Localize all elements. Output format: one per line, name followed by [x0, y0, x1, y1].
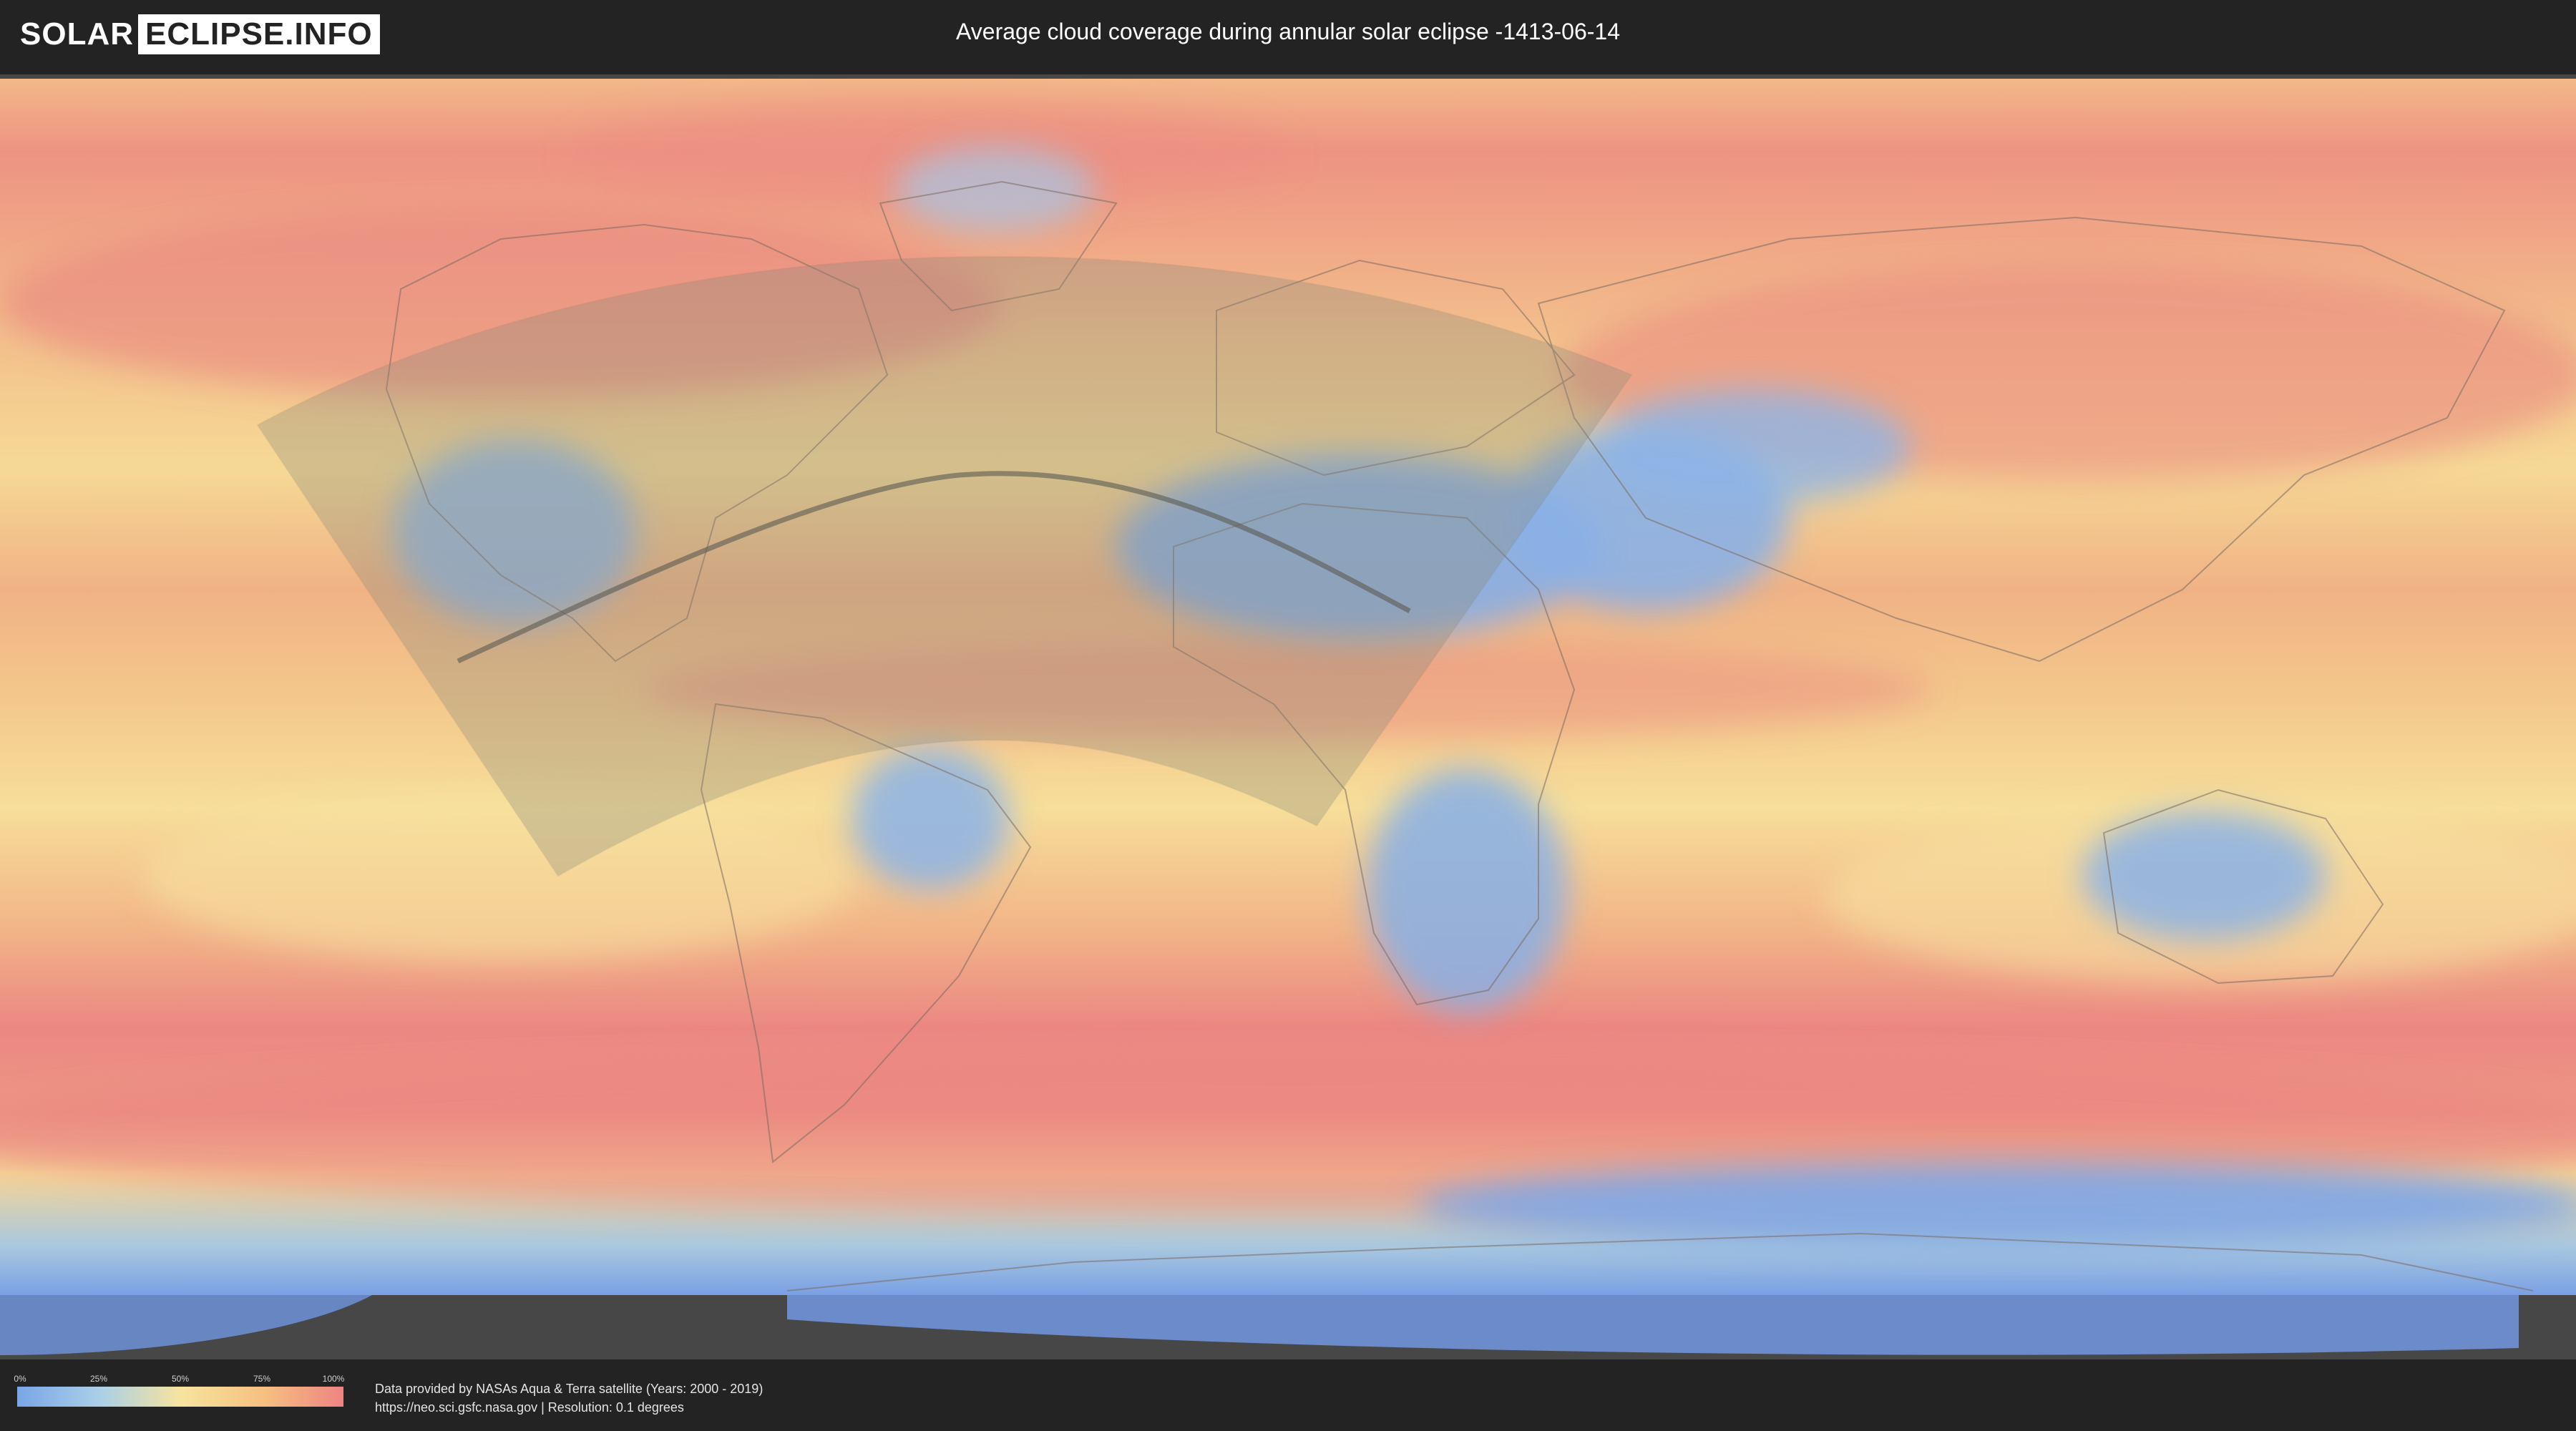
cloud-coverage-map: [0, 74, 2576, 1359]
footer-bar: 0% 25% 50% 75% 100% Data provided by NAS…: [0, 1359, 2576, 1431]
data-credits: Data provided by NASAs Aqua & Terra sate…: [375, 1379, 763, 1417]
legend-tick: 100%: [322, 1374, 345, 1384]
legend-ticks: 0% 25% 50% 75% 100%: [14, 1374, 345, 1385]
legend-tick: 50%: [171, 1374, 190, 1384]
credit-line-url[interactable]: https://neo.sci.gsfc.nasa.gov | Resoluti…: [375, 1398, 763, 1417]
top-bar: SOLAR ECLIPSE.INFO Average cloud coverag…: [0, 0, 2576, 72]
legend-tick: 75%: [253, 1374, 271, 1384]
world-map-svg: [0, 79, 2576, 1359]
page-title: Average cloud coverage during annular so…: [956, 19, 1620, 44]
cloud-coverage-legend: 0% 25% 50% 75% 100%: [14, 1374, 345, 1407]
credit-line-source: Data provided by NASAs Aqua & Terra sate…: [375, 1382, 763, 1396]
legend-tick: 0%: [14, 1374, 26, 1384]
legend-tick: 25%: [89, 1374, 108, 1384]
legend-color-bar: [17, 1387, 343, 1407]
